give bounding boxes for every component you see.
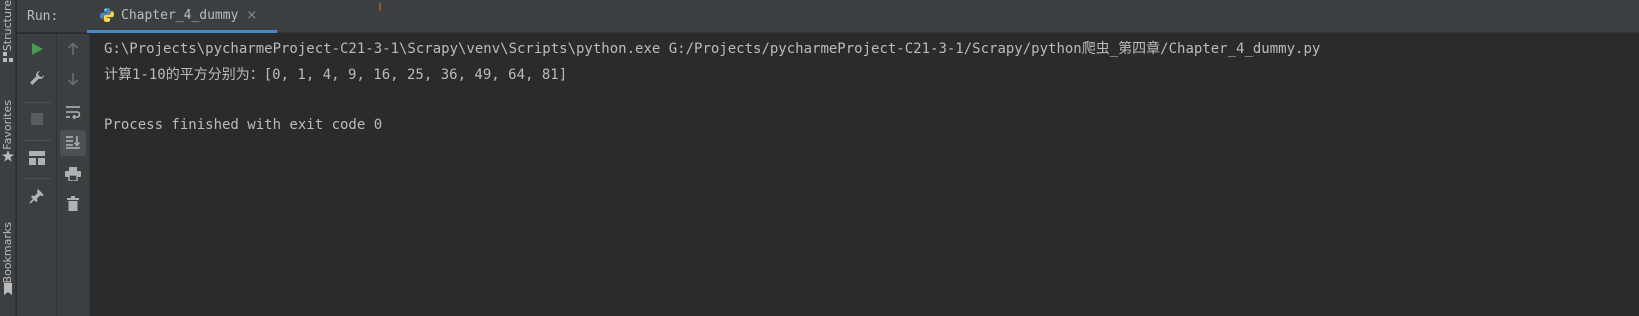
clear-all-button[interactable] (60, 192, 86, 218)
toolbar-separator (23, 102, 51, 103)
print-icon (65, 166, 81, 185)
wrench-icon (29, 70, 45, 90)
python-icon (99, 7, 115, 23)
scroll-to-end-button[interactable] (60, 130, 86, 156)
run-toolbar-primary (17, 34, 57, 316)
run-config-tab[interactable]: Chapter_4_dummy × (87, 0, 277, 33)
header-mark (379, 3, 381, 11)
console-output[interactable]: G:\Projects\pycharmeProject-C21-3-1\Scra… (91, 34, 1639, 316)
edit-configuration-button[interactable] (24, 67, 50, 93)
toolbar-separator (23, 140, 51, 141)
run-header: Run: Chapter_4_dummy × (17, 0, 1639, 33)
pin-icon (29, 188, 45, 208)
trash-icon (67, 195, 79, 215)
stop-icon (31, 110, 43, 129)
run-toolbar-secondary (57, 34, 90, 316)
console-line-output: 计算1-10的平方分别为：[0, 1, 4, 9, 16, 25, 36, 49… (104, 67, 568, 83)
arrow-down-icon (67, 71, 79, 90)
tool-window-strip: Structure Favorites Bookmarks (0, 0, 16, 316)
arrow-up-icon (67, 41, 79, 60)
toolbar-separator (23, 178, 51, 179)
structure-icon (2, 51, 14, 63)
print-button[interactable] (60, 162, 86, 188)
favorites-tab[interactable]: Favorites (0, 100, 16, 162)
pin-tab-button[interactable] (24, 185, 50, 211)
run-label: Run: (27, 9, 59, 24)
bookmarks-tab[interactable]: Bookmarks (0, 222, 16, 296)
run-icon (30, 41, 44, 60)
console-line-command: G:\Projects\pycharmeProject-C21-3-1\Scra… (104, 41, 1321, 57)
close-icon[interactable]: × (246, 8, 257, 23)
bookmarks-tab-label: Bookmarks (1, 222, 14, 284)
scroll-to-end-icon (65, 134, 81, 153)
stop-button[interactable] (24, 106, 50, 132)
structure-tab[interactable]: Structure (0, 0, 16, 63)
run-config-tab-label: Chapter_4_dummy (121, 7, 239, 23)
previous-occurrence-button[interactable] (60, 37, 86, 63)
bookmark-icon (2, 283, 14, 296)
run-tool-window: Structure Favorites Bookmarks Run: Chapt… (0, 0, 1639, 316)
console-line-exit: Process finished with exit code 0 (104, 117, 383, 133)
soft-wrap-icon (65, 104, 81, 123)
structure-tab-label: Structure (1, 0, 14, 52)
star-icon (2, 149, 14, 162)
layout-icon (29, 150, 45, 169)
rerun-button[interactable] (24, 37, 50, 63)
soft-wrap-button[interactable] (60, 100, 86, 126)
next-occurrence-button[interactable] (60, 67, 86, 93)
favorites-tab-label: Favorites (1, 100, 14, 150)
restore-layout-button[interactable] (24, 146, 50, 172)
